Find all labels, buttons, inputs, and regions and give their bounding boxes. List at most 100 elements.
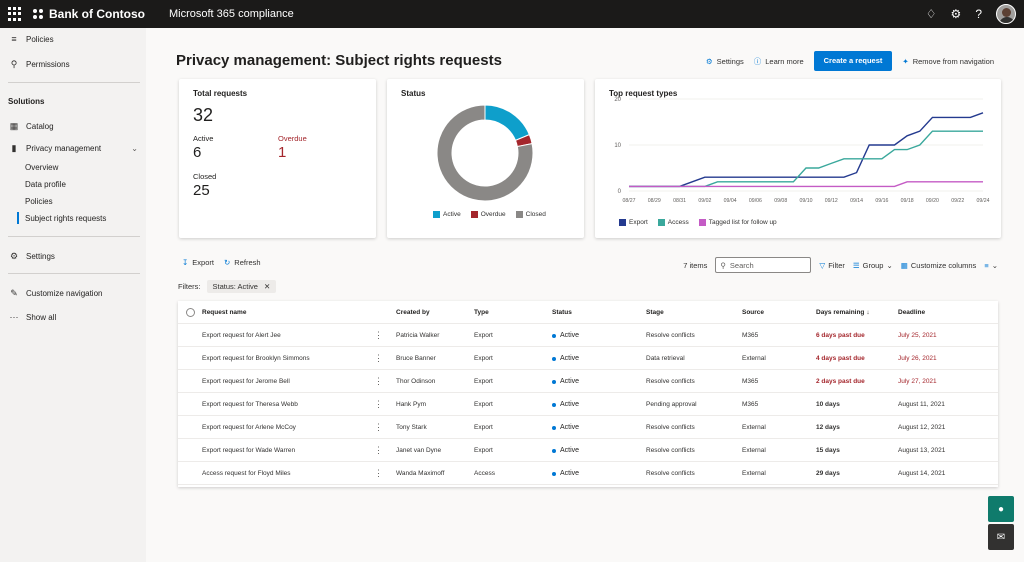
cell-created-by: Hank Pym: [396, 401, 426, 408]
legend-swatch: [470, 211, 478, 218]
filter-button[interactable]: ▽ Filter: [819, 261, 844, 270]
catalog-icon: ▦: [9, 120, 19, 131]
learn-more-button[interactable]: ⓘ Learn more: [754, 56, 804, 67]
cell-request-name[interactable]: Export request for Arlene McCoy: [202, 416, 296, 439]
feedback-button[interactable]: ✉: [988, 524, 1014, 550]
refresh-icon: ↻: [223, 258, 231, 267]
cell-days-remaining: 15 days: [816, 447, 840, 454]
cell-days-remaining: 4 days past due: [816, 355, 865, 362]
help-assistant-button[interactable]: ●: [988, 496, 1014, 522]
chevron-up-icon[interactable]: ⌄: [131, 144, 138, 153]
sidebar-item-subject-rights-requests[interactable]: Subject rights requests: [0, 211, 146, 225]
more-options-icon[interactable]: ⋮: [374, 416, 383, 439]
total-requests-card: Total requests 32 Active 6 Overdue 1 Clo…: [179, 79, 376, 238]
cell-request-name[interactable]: Export request for Brooklyn Simmons: [202, 347, 310, 370]
cell-stage: Pending approval: [646, 401, 697, 408]
column-header-type[interactable]: Type: [474, 301, 489, 324]
columns-icon: ▦: [900, 260, 908, 270]
cell-request-name[interactable]: Export request for Theresa Webb: [202, 393, 298, 416]
close-icon[interactable]: ✕: [264, 282, 270, 291]
column-header-deadline[interactable]: Deadline: [898, 301, 925, 324]
sidebar-item-policies-sub[interactable]: Policies: [0, 194, 146, 208]
cell-request-name[interactable]: Export request for Jerome Bell: [202, 370, 290, 393]
sidebar-item-data-profile[interactable]: Data profile: [0, 177, 146, 191]
more-options-icon[interactable]: ⋮: [374, 324, 383, 347]
x-tick-label: 09/10: [800, 198, 813, 204]
table-row[interactable]: Export request for Alert Jee Patricia Wal…: [178, 324, 998, 347]
column-header-status[interactable]: Status: [552, 301, 572, 324]
remove-from-navigation-button[interactable]: ✦ Remove from navigation: [902, 57, 994, 66]
search-input[interactable]: ⚲ Search: [715, 257, 812, 273]
refresh-button[interactable]: ↻ Refresh: [224, 258, 261, 267]
settings-button[interactable]: ⚙ Settings: [706, 57, 744, 66]
requests-table: Request name Created by Type Status Stag…: [178, 301, 998, 487]
sidebar-item-show-all[interactable]: ··· Show all: [0, 310, 146, 324]
column-header-stage[interactable]: Stage: [646, 301, 664, 324]
legend-item-active: Active: [433, 211, 461, 218]
cell-stage: Resolve conflicts: [646, 424, 695, 431]
table-row[interactable]: Export request for Brooklyn Simmons Bruce…: [178, 347, 998, 370]
diamond-icon[interactable]: ♢: [926, 7, 937, 21]
closed-label: Closed: [193, 172, 217, 181]
table-row[interactable]: Export request for Arlene McCoy Tony Star…: [178, 416, 998, 439]
overdue-count: 1: [278, 144, 287, 161]
table-row[interactable]: Export request for Theresa Webb Hank Pym E…: [178, 393, 998, 416]
page-actions: ⚙ Settings ⓘ Learn more Create a request…: [706, 51, 994, 71]
column-header-source[interactable]: Source: [742, 301, 764, 324]
column-header-request-name[interactable]: Request name: [202, 301, 246, 324]
table-row[interactable]: Export request for Jerome Bell Thor Odins…: [178, 370, 998, 393]
filters-label: Filters:: [178, 282, 201, 291]
main-content: Privacy management: Subject rights reque…: [146, 28, 1024, 562]
more-options-icon[interactable]: ⋮: [374, 393, 383, 416]
sidebar-item-overview[interactable]: Overview: [0, 160, 146, 174]
cell-deadline: August 13, 2021: [898, 447, 946, 454]
feedback-icon: ✉: [996, 531, 1006, 543]
org-name: Bank of Contoso: [49, 7, 145, 21]
cell-type: Export: [474, 332, 493, 339]
help-icon[interactable]: ?: [975, 7, 982, 21]
cell-type: Export: [474, 401, 493, 408]
sidebar-item-policies[interactable]: ≡ Policies: [0, 32, 146, 46]
x-tick-label: 09/12: [825, 198, 838, 204]
cell-source: External: [742, 470, 766, 477]
view-options-button[interactable]: ≡ ⌄: [984, 261, 998, 270]
more-options-icon[interactable]: ⋮: [374, 347, 383, 370]
more-options-icon[interactable]: ⋮: [374, 439, 383, 462]
export-button[interactable]: ↧ Export: [182, 258, 214, 267]
cell-request-name[interactable]: Export request for Alert Jee: [202, 324, 281, 347]
create-request-button[interactable]: Create a request: [813, 51, 893, 71]
status-dot: [552, 448, 556, 453]
sidebar-item-privacy-management[interactable]: ▮ Privacy management ⌄: [0, 141, 146, 155]
org-logo[interactable]: Bank of Contoso: [32, 7, 145, 21]
customize-columns-button[interactable]: ▦ Customize columns: [901, 261, 977, 270]
column-header-days-remaining[interactable]: Days remaining ↓: [816, 301, 870, 324]
list-toolbar-right: 7 items ⚲ Search ▽ Filter ☰ Group ⌄ ▦ Cu…: [683, 257, 998, 273]
table-row[interactable]: Access request for Floyd Miles Wanda Maxi…: [178, 462, 998, 485]
status-dot: [552, 425, 556, 430]
sidebar-item-customize-navigation[interactable]: ✎ Customize navigation: [0, 286, 146, 300]
sidebar-item-catalog[interactable]: ▦ Catalog: [0, 119, 146, 133]
sidebar-item-permissions[interactable]: ⚲ Permissions: [0, 57, 146, 71]
status-dot: [552, 379, 556, 384]
more-options-icon[interactable]: ⋮: [374, 370, 383, 393]
waffle-icon[interactable]: [8, 7, 22, 21]
search-placeholder: Search: [729, 260, 754, 270]
closed-count: 25: [193, 182, 210, 199]
table-row[interactable]: Export request for Wade Warren Janet van …: [178, 439, 998, 462]
sidebar-item-settings[interactable]: ⚙ Settings: [0, 249, 146, 263]
cell-source: External: [742, 447, 766, 454]
policies-icon: ≡: [11, 34, 17, 44]
product-name[interactable]: Microsoft 365 compliance: [169, 8, 294, 20]
unpin-icon: ✦: [902, 56, 909, 66]
column-header-created-by[interactable]: Created by: [396, 301, 430, 324]
cell-request-name[interactable]: Export request for Wade Warren: [202, 439, 295, 462]
avatar[interactable]: [996, 4, 1016, 24]
legend-item-export: Export: [619, 219, 648, 226]
more-options-icon[interactable]: ⋮: [374, 462, 383, 485]
cell-type: Export: [474, 355, 493, 362]
group-button[interactable]: ☰ Group ⌄: [853, 261, 893, 270]
select-all-radio[interactable]: [186, 301, 195, 324]
gear-icon[interactable]: ⚙: [951, 7, 962, 21]
cell-request-name[interactable]: Access request for Floyd Miles: [202, 462, 291, 485]
filter-chip-status[interactable]: Status: Active ✕: [206, 280, 277, 293]
